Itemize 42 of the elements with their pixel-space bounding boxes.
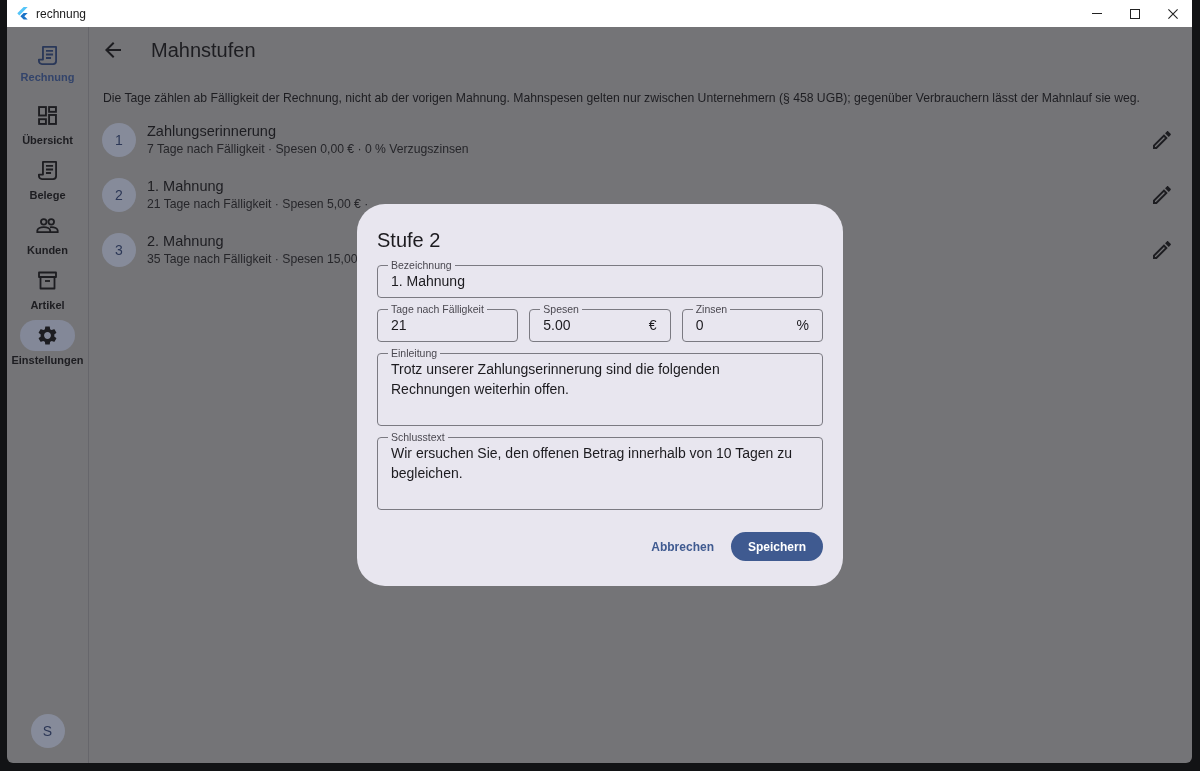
level-title: 2. Mahnung [147,231,224,251]
step-number: 3 [102,232,136,267]
avatar[interactable]: S [30,714,65,748]
receipt-icon [38,160,57,180]
nav-item[interactable]: Belege [7,154,89,209]
page-title: Mahnstufen [151,38,256,62]
gear-icon [20,319,75,351]
dashboard-icon [38,105,57,125]
step-number: 2 [102,177,136,212]
pencil-icon [1153,240,1171,259]
app-name: Rechnung [20,71,75,83]
text-field[interactable]: Bezeichnung 1. Mahnung [377,259,823,298]
nav-item[interactable]: Übersicht [7,99,89,154]
app-logo-icon [17,7,28,20]
text-button[interactable]: Abbrechen [639,532,726,561]
level-detail: 21 Tage nach Fälligkeit · Spesen 5,00 € · [147,195,369,213]
text-field[interactable]: Zinsen 0 % [681,303,823,342]
receipt-icon [38,46,57,65]
text-field[interactable]: Spesen 5.00 € [529,303,671,342]
level-title: Zahlungserinnerung [147,121,276,141]
nav-item[interactable]: Einstellungen [7,319,89,374]
primary-button[interactable]: Speichern [730,532,823,561]
people-icon [36,217,59,233]
level-detail: 35 Tage nach Fälligkeit · Spesen 15,00 [147,250,358,268]
text-area[interactable]: Einleitung Trotz unserer Zahlungserinnerung sind die folgenden Rechnungen weiterhin offen. [377,347,823,426]
back-arrow-icon [105,42,121,58]
minimize-icon [1092,13,1102,14]
archive-icon [38,270,57,290]
level-detail: 7 Tage nach Fälligkeit · Spesen 0,00 € · 0 % Verzugszinsen [147,140,469,158]
nav-item[interactable]: Kunden [7,209,89,264]
pencil-icon [1153,130,1171,149]
step-number: 1 [102,122,136,157]
level-title: 1. Mahnung [147,176,224,196]
text-field[interactable]: Tage nach Fälligkeit 21 [377,303,519,342]
dialog-title: Stufe 2 [377,228,442,253]
close-icon [1168,8,1178,19]
text-area[interactable]: Schlusstext Wir ersuchen Sie, den offenen Betrag innerhalb von 10 Tagen zu begleichen. [377,431,823,510]
maximize-icon [1130,8,1140,19]
page-note: Die Tage zählen ab Fälligkeit der Rechnung, nicht ab der vorigen Mahnung. Mahnspesen gelten nur zwischen Unternehmern (§ 458 UGB); gegenüber Verbrauchern lässt der Mahnlauf sie weg. [103,90,1141,107]
window-title: rechnung [36,6,87,21]
nav-item[interactable]: Artikel [7,264,89,319]
pencil-icon [1153,185,1171,204]
